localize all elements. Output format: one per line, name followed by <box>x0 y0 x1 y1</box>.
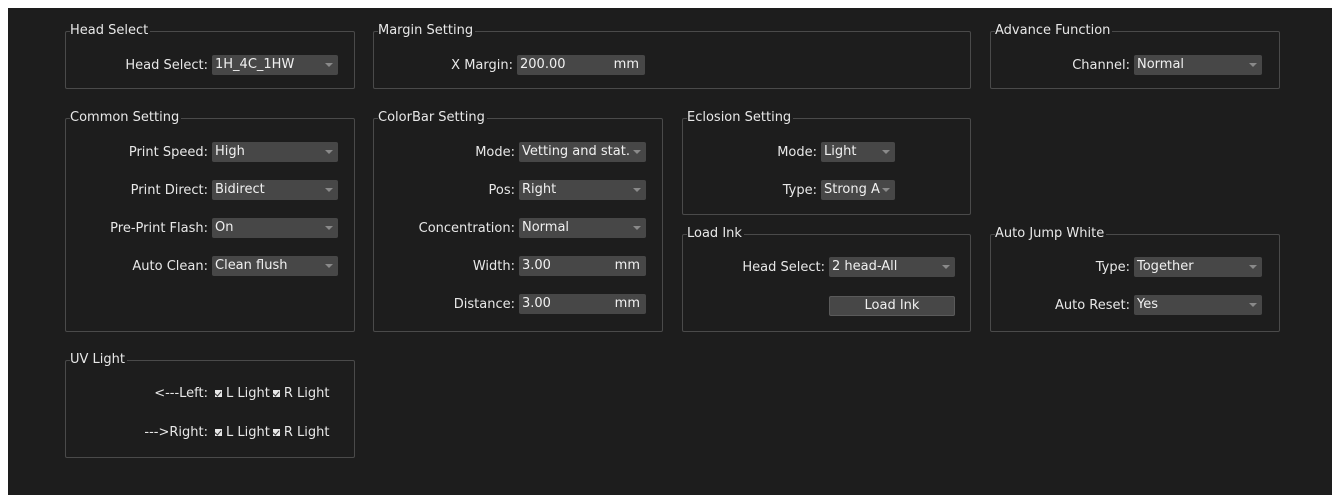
x-margin-label: X Margin: <box>451 57 513 73</box>
auto-reset-dropdown[interactable]: Yes <box>1134 295 1262 315</box>
group-title: UV Light <box>70 352 127 368</box>
distance-input[interactable]: 3.00 mm <box>519 294 646 314</box>
right-l-light-checkbox[interactable] <box>215 428 222 436</box>
uv-light-group: UV Light <---Left: L Light R Light --->R… <box>65 352 355 458</box>
chevron-down-icon <box>882 188 890 192</box>
group-title: Load Ink <box>687 226 744 242</box>
auto-clean-value: Clean flush <box>215 258 288 273</box>
group-title: Common Setting <box>70 110 182 126</box>
load-ink-head-select-value: 2 head-All <box>832 259 898 274</box>
eclosion-type-dropdown[interactable]: Strong A <box>821 180 895 200</box>
chevron-down-icon <box>633 226 641 230</box>
head-select-value: 1H_4C_1HW <box>215 57 295 72</box>
left-l-light-checkbox[interactable] <box>215 389 222 397</box>
chevron-down-icon <box>325 150 333 154</box>
uv-left-label: <---Left: <box>154 385 208 401</box>
load-ink-group: Load Ink Head Select: 2 head-All Load In… <box>682 226 971 332</box>
auto-jump-type-dropdown[interactable]: Together <box>1134 257 1262 277</box>
head-select-dropdown[interactable]: 1H_4C_1HW <box>212 55 338 75</box>
group-title: Head Select <box>70 23 151 39</box>
chevron-down-icon <box>325 63 333 67</box>
eclosion-mode-dropdown[interactable]: Light <box>821 142 895 162</box>
eclosion-type-label: Type: <box>782 182 817 198</box>
print-direct-label: Print Direct: <box>130 182 208 198</box>
unit-label: mm <box>613 57 639 72</box>
load-ink-head-select-label: Head Select: <box>742 259 825 275</box>
distance-label: Distance: <box>453 296 515 312</box>
print-direct-value: Bidirect <box>215 182 265 197</box>
settings-panel: Head Select Head Select: 1H_4C_1HW Margi… <box>8 8 1332 495</box>
advance-function-group: Advance Function Channel: Normal <box>990 23 1280 89</box>
left-r-light-checkbox[interactable] <box>272 389 280 397</box>
auto-clean-label: Auto Clean: <box>132 258 208 274</box>
chevron-down-icon <box>325 226 333 230</box>
x-margin-value: 200.00 <box>520 57 566 72</box>
chevron-down-icon <box>325 188 333 192</box>
margin-setting-group: Margin Setting X Margin: 200.00 mm <box>373 23 971 89</box>
r-light-label: R Light <box>283 385 330 401</box>
auto-reset-value: Yes <box>1137 297 1158 312</box>
colorbar-mode-dropdown[interactable]: Vetting and stat. <box>519 142 646 162</box>
l-light-label: L Light <box>226 424 270 440</box>
group-title: Advance Function <box>995 23 1113 39</box>
chevron-down-icon <box>633 188 641 192</box>
colorbar-pos-label: Pos: <box>488 182 515 198</box>
unit-label: mm <box>614 258 640 273</box>
chevron-down-icon <box>1249 303 1257 307</box>
preprint-flash-dropdown[interactable]: On <box>212 218 338 238</box>
channel-dropdown[interactable]: Normal <box>1134 55 1262 75</box>
print-speed-value: High <box>215 144 245 159</box>
load-ink-head-select-dropdown[interactable]: 2 head-All <box>829 257 955 277</box>
channel-label: Channel: <box>1072 57 1130 73</box>
right-r-light-checkbox[interactable] <box>272 428 280 436</box>
eclosion-mode-label: Mode: <box>777 144 817 160</box>
head-select-group: Head Select Head Select: 1H_4C_1HW <box>65 23 355 89</box>
auto-jump-type-label: Type: <box>1095 259 1130 275</box>
width-input[interactable]: 3.00 mm <box>519 256 646 276</box>
x-margin-input[interactable]: 200.00 mm <box>517 55 645 75</box>
load-ink-button[interactable]: Load Ink <box>829 296 955 316</box>
print-direct-dropdown[interactable]: Bidirect <box>212 180 338 200</box>
chevron-down-icon <box>1249 265 1257 269</box>
colorbar-mode-value: Vetting and stat. <box>522 144 630 159</box>
auto-jump-white-group: Auto Jump White Type: Together Auto Rese… <box>990 226 1280 332</box>
preprint-flash-label: Pre-Print Flash: <box>110 220 208 236</box>
chevron-down-icon <box>633 150 641 154</box>
concentration-label: Concentration: <box>418 220 515 236</box>
head-select-label: Head Select: <box>125 57 208 73</box>
width-label: Width: <box>472 258 515 274</box>
distance-value: 3.00 <box>522 296 551 311</box>
eclosion-type-value: Strong A <box>824 182 880 197</box>
colorbar-setting-group: ColorBar Setting Mode: Vetting and stat.… <box>373 110 663 332</box>
preprint-flash-value: On <box>215 220 234 235</box>
r-light-label: R Light <box>283 424 330 440</box>
auto-reset-label: Auto Reset: <box>1054 297 1130 313</box>
colorbar-pos-dropdown[interactable]: Right <box>519 180 646 200</box>
chevron-down-icon <box>325 264 333 268</box>
channel-value: Normal <box>1137 57 1185 72</box>
group-title: Eclosion Setting <box>687 110 794 126</box>
colorbar-mode-label: Mode: <box>475 144 515 160</box>
colorbar-pos-value: Right <box>522 182 557 197</box>
group-title: Auto Jump White <box>995 226 1107 242</box>
print-speed-dropdown[interactable]: High <box>212 142 338 162</box>
eclosion-setting-group: Eclosion Setting Mode: Light Type: Stron… <box>682 110 971 215</box>
eclosion-mode-value: Light <box>824 144 857 159</box>
concentration-value: Normal <box>522 220 570 235</box>
width-value: 3.00 <box>522 258 551 273</box>
l-light-label: L Light <box>226 385 270 401</box>
chevron-down-icon <box>882 150 890 154</box>
concentration-dropdown[interactable]: Normal <box>519 218 646 238</box>
uv-right-label: --->Right: <box>144 424 208 440</box>
chevron-down-icon <box>1249 63 1257 67</box>
common-setting-group: Common Setting Print Speed: High Print D… <box>65 110 355 332</box>
group-title: Margin Setting <box>378 23 476 39</box>
print-speed-label: Print Speed: <box>128 144 208 160</box>
unit-label: mm <box>614 296 640 311</box>
chevron-down-icon <box>942 265 950 269</box>
auto-clean-dropdown[interactable]: Clean flush <box>212 256 338 276</box>
group-title: ColorBar Setting <box>378 110 487 126</box>
auto-jump-type-value: Together <box>1137 259 1194 274</box>
